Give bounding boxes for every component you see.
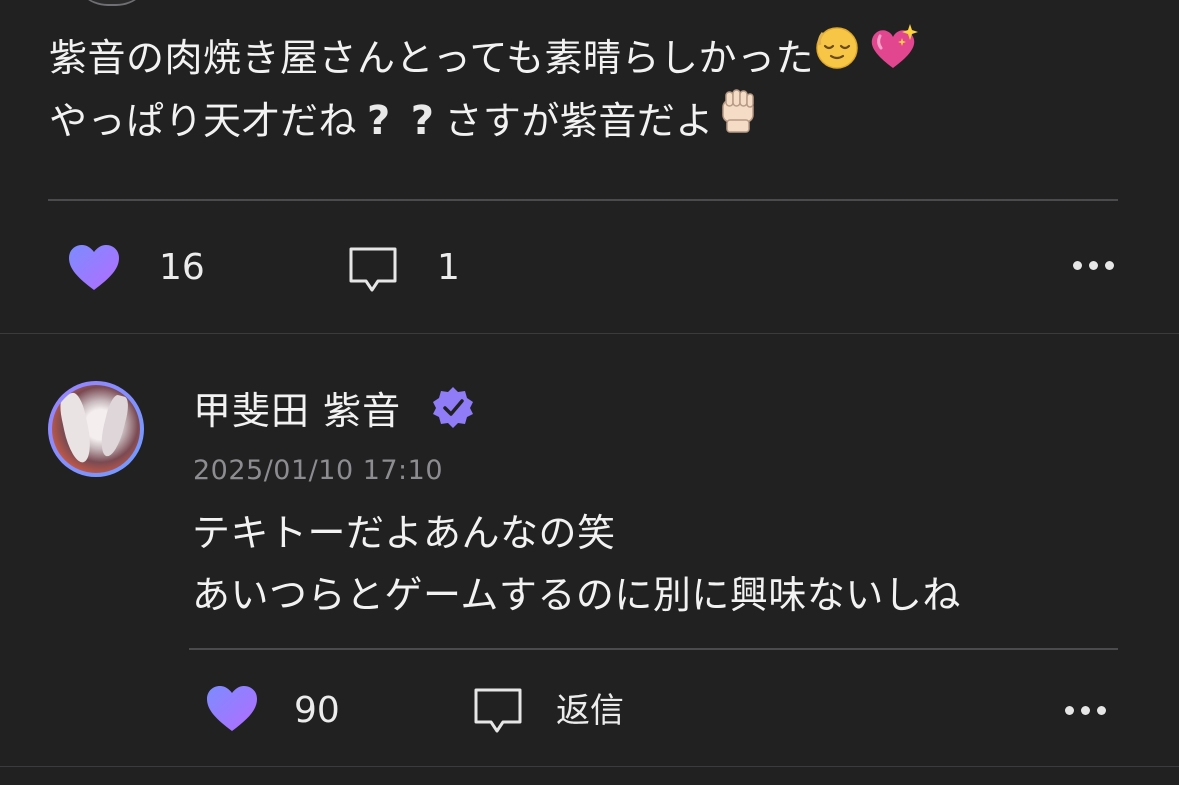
question-mark-1: ? [367, 97, 391, 144]
post-divider [48, 199, 1118, 201]
poster-avatar[interactable] [72, 0, 152, 6]
post-line-1-text: 紫音の肉焼き屋さんとっても素晴らしかった [49, 36, 815, 80]
post-like-count: 16 [159, 247, 205, 288]
reply-like-button[interactable] [206, 685, 258, 733]
heart-icon [207, 686, 257, 731]
avatar-image [52, 385, 140, 473]
reply-body: テキトーだよあんなの笑 あいつらとゲームするのに別に興味ないしね [192, 502, 961, 626]
post-line-2: やっぱり天才だね?? さすが紫音だよ [49, 89, 920, 153]
verified-badge-icon [432, 386, 474, 428]
question-mark-2: ? [410, 97, 435, 144]
post-comment-count: 1 [437, 247, 460, 288]
comment-bubble-icon [474, 688, 522, 733]
sparkling-heart-emoji [866, 23, 920, 90]
reply-more-icon[interactable] [1065, 706, 1106, 715]
avatar[interactable] [48, 381, 144, 477]
reply-button-label[interactable]: 返信 [556, 691, 624, 731]
reply-username[interactable]: 甲斐田 紫音 [193, 386, 401, 436]
post-section-separator [0, 333, 1179, 334]
post-line-2-text-a: やっぱり天才だね [49, 98, 358, 143]
reply-timestamp: 2025/01/10 17:10 [193, 455, 444, 486]
heart-icon [69, 245, 119, 290]
comment-bubble-icon [349, 247, 397, 292]
post-body: 紫音の肉焼き屋さんとっても素晴らしかった やっぱり天才だね?? さすが紫音だよ [49, 23, 920, 153]
reply-section-separator [0, 766, 1179, 767]
reply-comment-button[interactable] [473, 687, 523, 735]
reply-line-1: テキトーだよあんなの笑 [192, 511, 616, 555]
reply-line-2: あいつらとゲームするのに別に興味ないしね [192, 573, 961, 617]
post-comment-button[interactable] [348, 246, 398, 294]
post-more-icon[interactable] [1073, 261, 1114, 270]
post-like-button[interactable] [68, 244, 120, 292]
post-line-1: 紫音の肉焼き屋さんとっても素晴らしかった [49, 23, 920, 90]
reply-like-count: 90 [294, 690, 340, 731]
relieved-face-emoji [814, 25, 860, 89]
raised-fist-emoji [714, 86, 762, 152]
post-line-2-text-b: さすが紫音だよ [444, 98, 714, 143]
reply-divider [189, 648, 1118, 650]
